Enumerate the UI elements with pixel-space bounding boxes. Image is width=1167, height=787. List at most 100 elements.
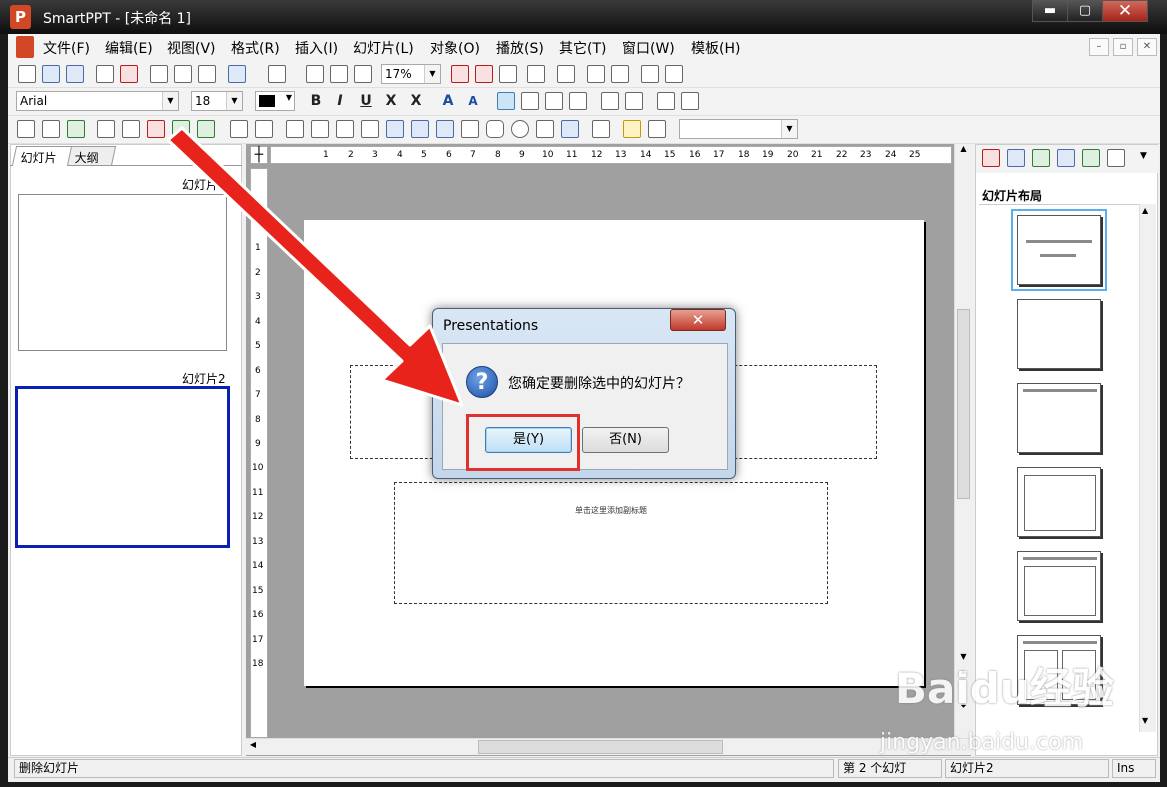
menu-view[interactable]: 视图(V) (167, 38, 216, 58)
menu-edit[interactable]: 编辑(E) (105, 38, 153, 58)
underline-button[interactable]: U (356, 91, 376, 111)
ruler-origin-icon[interactable]: ┼ (250, 146, 268, 164)
bold-button[interactable]: B (306, 91, 326, 111)
menu-template[interactable]: 模板(H) (691, 38, 740, 58)
shapes-icon[interactable] (536, 120, 554, 138)
menu-window[interactable]: 窗口(W) (622, 38, 675, 58)
zoom-icon[interactable] (354, 65, 372, 83)
title-icon[interactable] (147, 120, 165, 138)
style-combo[interactable]: ▼ (679, 119, 798, 139)
text-color-icon[interactable] (451, 65, 469, 83)
scroll-thumb[interactable] (957, 309, 970, 499)
rectangle-icon[interactable] (461, 120, 479, 138)
mdi-minimize-button[interactable]: – (1089, 38, 1109, 56)
bring-front-icon[interactable] (230, 120, 248, 138)
maximize-button[interactable]: ▢ (1067, 0, 1103, 22)
shrink-font-button[interactable]: A (463, 91, 483, 111)
save-icon[interactable] (66, 65, 84, 83)
tab-outline[interactable]: 大纲 (65, 146, 117, 166)
shadow-button[interactable]: X (406, 91, 426, 111)
close-button[interactable]: ✕ (1102, 0, 1148, 22)
group-icon[interactable] (197, 120, 215, 138)
picture-icon[interactable] (67, 120, 85, 138)
ole-icon[interactable] (97, 120, 115, 138)
paragraph-icon[interactable] (557, 65, 575, 83)
layout-title-slide[interactable] (1017, 215, 1101, 285)
design-icon[interactable] (1007, 149, 1025, 167)
minimize-button[interactable]: ▬ (1032, 0, 1068, 22)
align-right-icon[interactable] (545, 92, 563, 110)
scroll-up-icon[interactable]: ▲ (957, 144, 970, 158)
property-icon[interactable] (665, 65, 683, 83)
horizontal-scrollbar[interactable]: ◀ (246, 738, 971, 755)
new-icon[interactable] (18, 65, 36, 83)
elbow-connector-icon[interactable] (411, 120, 429, 138)
send-back-icon[interactable] (255, 120, 273, 138)
menu-file[interactable]: 文件(F) (43, 38, 90, 58)
connector-icon[interactable] (386, 120, 404, 138)
outdent-icon[interactable] (601, 92, 619, 110)
indent-icon[interactable] (625, 92, 643, 110)
menu-object[interactable]: 对象(O) (430, 38, 480, 58)
menu-insert[interactable]: 插入(I) (295, 38, 338, 58)
align-left-icon[interactable] (497, 92, 515, 110)
clipart-icon[interactable] (1107, 149, 1125, 167)
subtitle-placeholder[interactable] (394, 482, 828, 604)
ellipse-icon[interactable] (511, 120, 529, 138)
menu-play[interactable]: 播放(S) (496, 38, 544, 58)
menu-slide[interactable]: 幻灯片(L) (353, 38, 414, 58)
align-center-icon[interactable] (521, 92, 539, 110)
star-icon[interactable] (623, 120, 641, 138)
mdi-restore-button[interactable]: ▫ (1113, 38, 1133, 56)
align-objects-icon[interactable] (592, 120, 610, 138)
redo-icon[interactable] (268, 65, 286, 83)
scroll-down-icon[interactable]: ▼ (1142, 716, 1148, 725)
transition-icon[interactable] (1082, 149, 1100, 167)
table-icon[interactable] (42, 120, 60, 138)
layout-title-only[interactable] (1017, 383, 1101, 453)
strikethrough-button[interactable]: X (381, 91, 401, 111)
outline-icon[interactable] (499, 65, 517, 83)
font-size-combo[interactable]: 18 ▼ (191, 91, 243, 111)
cut-icon[interactable] (150, 65, 168, 83)
no-button[interactable]: 否(N) (582, 427, 669, 453)
bullets-icon[interactable] (657, 92, 675, 110)
zoom-combo[interactable]: 17% ▼ (381, 64, 441, 84)
line-icon[interactable] (286, 120, 304, 138)
paste-icon[interactable] (198, 65, 216, 83)
rounded-rectangle-icon[interactable] (486, 120, 504, 138)
scroll-left-icon[interactable]: ◀ (246, 740, 260, 754)
curved-connector-icon[interactable] (436, 120, 454, 138)
chart-icon[interactable] (611, 65, 629, 83)
insert-table-icon[interactable] (475, 65, 493, 83)
pencil-icon[interactable] (311, 120, 329, 138)
effects-icon[interactable] (648, 120, 666, 138)
menu-format[interactable]: 格式(R) (231, 38, 280, 58)
mdi-close-button[interactable]: ✕ (1137, 38, 1157, 56)
scroll-up-icon[interactable]: ▲ (1142, 206, 1148, 215)
chevron-down-icon[interactable]: ▼ (1140, 151, 1147, 161)
justify-icon[interactable] (569, 92, 587, 110)
format-painter-icon[interactable] (527, 65, 545, 83)
actual-size-icon[interactable] (306, 65, 324, 83)
frame-icon[interactable] (641, 65, 659, 83)
vertical-scrollbar[interactable]: ▲ ▼ ⏶ ⏷ (954, 144, 971, 739)
undo-icon[interactable] (228, 65, 246, 83)
pdf-icon[interactable] (120, 65, 138, 83)
menu-other[interactable]: 其它(T) (559, 38, 606, 58)
layout-content[interactable] (1017, 467, 1101, 537)
italic-button[interactable]: I (330, 91, 350, 111)
frame-green-icon[interactable] (172, 120, 190, 138)
layout-icon[interactable] (982, 149, 1000, 167)
arrow-icon[interactable] (361, 120, 379, 138)
tab-slides[interactable]: 幻灯片 (11, 146, 73, 166)
slide-thumbnail[interactable] (18, 194, 227, 351)
color-picker[interactable]: ▼ (255, 91, 295, 111)
spellcheck-icon[interactable] (587, 65, 605, 83)
hscroll-thumb[interactable] (478, 740, 723, 754)
wordart-icon[interactable] (561, 120, 579, 138)
numbering-icon[interactable] (681, 92, 699, 110)
layout-title-content[interactable] (1017, 551, 1101, 621)
crop-icon[interactable] (122, 120, 140, 138)
slide-thumbnail-selected[interactable] (15, 386, 230, 548)
